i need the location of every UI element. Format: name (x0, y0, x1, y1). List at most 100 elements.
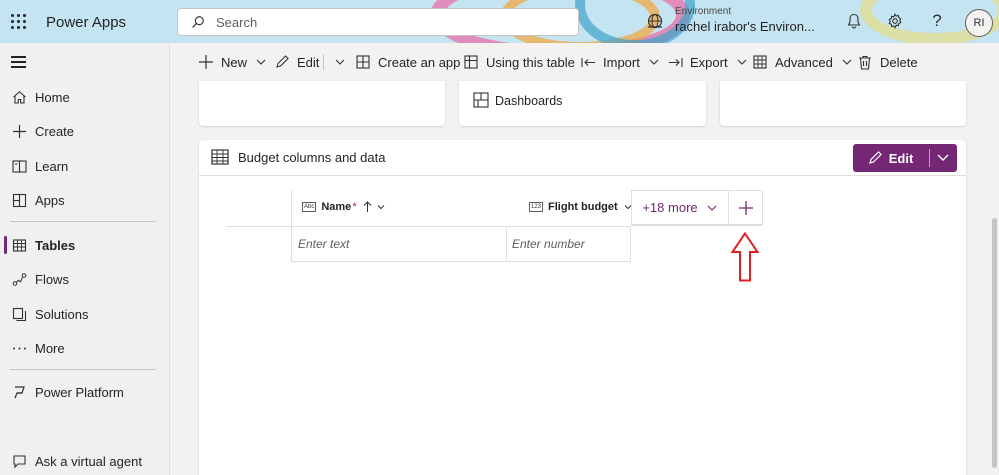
column-header-name[interactable]: Abc Name * (302, 199, 386, 215)
environment-label: Environment (675, 6, 732, 17)
more-columns-button[interactable]: +18 more (631, 190, 728, 225)
export-label: Export (690, 54, 728, 70)
export-icon (667, 54, 683, 70)
summary-card (720, 81, 966, 126)
chevron-down-icon (737, 59, 746, 65)
flow-icon (11, 271, 27, 287)
advanced-label: Advanced (775, 54, 833, 70)
grid-column-border (630, 226, 631, 262)
avatar[interactable]: RI (965, 9, 993, 37)
advanced-icon (752, 54, 768, 70)
nav-label-solutions: Solutions (35, 306, 89, 322)
nav-divider (10, 369, 156, 370)
nav-label-home: Home (35, 89, 70, 105)
trash-icon (857, 54, 873, 70)
command-divider (323, 54, 324, 70)
annotation-arrow-icon (731, 232, 759, 282)
name-cell-input[interactable]: Enter text (298, 237, 349, 251)
grid-column-border (291, 190, 292, 262)
nav-item-tables[interactable]: Tables (0, 228, 170, 262)
book-icon (11, 158, 27, 174)
plus-icon (11, 123, 27, 139)
grid-header-border (226, 226, 631, 227)
app-brand[interactable]: Power Apps (46, 14, 126, 31)
search-icon (192, 16, 204, 28)
help-icon[interactable]: ? (928, 11, 946, 30)
number-type-icon: 123 (529, 202, 544, 212)
chevron-down-icon (707, 205, 717, 211)
edit-command-button[interactable]: Edit (274, 43, 319, 81)
nav-divider (10, 221, 156, 222)
edit-button-divider (929, 149, 930, 167)
nav-label-apps: Apps (35, 192, 65, 208)
delete-label: Delete (880, 54, 918, 70)
nav-label-power-platform: Power Platform (35, 384, 124, 400)
add-column-button[interactable] (728, 190, 763, 225)
table-data-panel (199, 140, 966, 475)
nav-label-virtual-agent: Ask a virtual agent (35, 453, 142, 469)
export-button[interactable]: Export (667, 43, 748, 81)
notifications-icon[interactable] (845, 12, 863, 30)
flight-budget-cell-input[interactable]: Enter number (512, 237, 585, 251)
create-app-icon (355, 54, 371, 70)
import-button[interactable]: Import (580, 43, 660, 81)
nav-item-learn[interactable]: Learn (0, 149, 170, 183)
top-bar: Power Apps Search Environment rachel ira… (0, 0, 999, 43)
new-button[interactable]: New (198, 43, 267, 81)
chevron-down-icon (377, 205, 384, 210)
chevron-down-icon (256, 59, 266, 65)
create-app-label: Create an app (378, 54, 461, 70)
plus-icon (738, 200, 753, 215)
hamburger-menu-icon[interactable] (11, 56, 26, 68)
settings-icon[interactable] (886, 12, 904, 30)
summary-card (199, 81, 445, 126)
nav-item-power-platform[interactable]: Power Platform (0, 375, 170, 409)
chevron-down-icon (335, 59, 345, 65)
summary-card: Dashboards (459, 81, 706, 126)
vertical-scrollbar[interactable] (992, 218, 997, 468)
virtual-agent-icon (11, 453, 27, 469)
delete-button[interactable]: Delete (857, 43, 918, 81)
table-icon (11, 237, 27, 253)
nav-item-apps[interactable]: Apps (0, 183, 170, 217)
nav-label-flows: Flows (35, 271, 69, 287)
plus-icon (198, 54, 214, 70)
chevron-down-icon[interactable] (935, 151, 951, 165)
panel-edit-button[interactable]: Edit (853, 144, 957, 172)
column-header-flight-budget[interactable]: 123 Flight budget (529, 199, 633, 215)
power-platform-icon (11, 384, 27, 400)
left-navigation: Home Create Learn Apps Tables Flows Solu… (0, 43, 170, 475)
environment-name[interactable]: rachel irabor's Environ... (675, 19, 815, 34)
dashboards-icon (473, 92, 489, 108)
home-icon (11, 89, 27, 105)
command-bar: New Edit Create an app Using this table … (171, 43, 999, 81)
nav-item-home[interactable]: Home (0, 80, 170, 114)
app-launcher-icon[interactable] (11, 14, 27, 30)
nav-item-more[interactable]: More (0, 331, 170, 365)
nav-label-tables: Tables (35, 237, 76, 253)
panel-divider (199, 175, 966, 176)
grid-row-border (291, 261, 631, 262)
nav-item-virtual-agent[interactable]: Ask a virtual agent (0, 444, 170, 475)
dashboards-link[interactable]: Dashboards (495, 94, 562, 108)
nav-item-flows[interactable]: Flows (0, 262, 170, 296)
table-icon (211, 149, 229, 165)
edit-options-chevron[interactable] (326, 43, 346, 81)
edit-button-label: Edit (888, 150, 914, 166)
create-app-button[interactable]: Create an app (355, 43, 460, 81)
import-label: Import (603, 54, 640, 70)
grid-column-border (506, 226, 507, 262)
chevron-down-icon (842, 59, 852, 65)
advanced-button[interactable]: Advanced (752, 43, 853, 81)
nav-item-solutions[interactable]: Solutions (0, 297, 170, 331)
nav-label-more: More (35, 340, 65, 356)
grid-header-border (631, 225, 763, 226)
edit-primary-action[interactable]: Edit (853, 144, 928, 172)
nav-item-create[interactable]: Create (0, 114, 170, 148)
apps-icon (11, 192, 27, 208)
solutions-icon (11, 306, 27, 322)
using-table-button[interactable]: Using this table (463, 43, 575, 81)
environment-icon[interactable] (646, 12, 664, 30)
search-input[interactable]: Search (177, 8, 579, 36)
pencil-icon (868, 151, 882, 164)
